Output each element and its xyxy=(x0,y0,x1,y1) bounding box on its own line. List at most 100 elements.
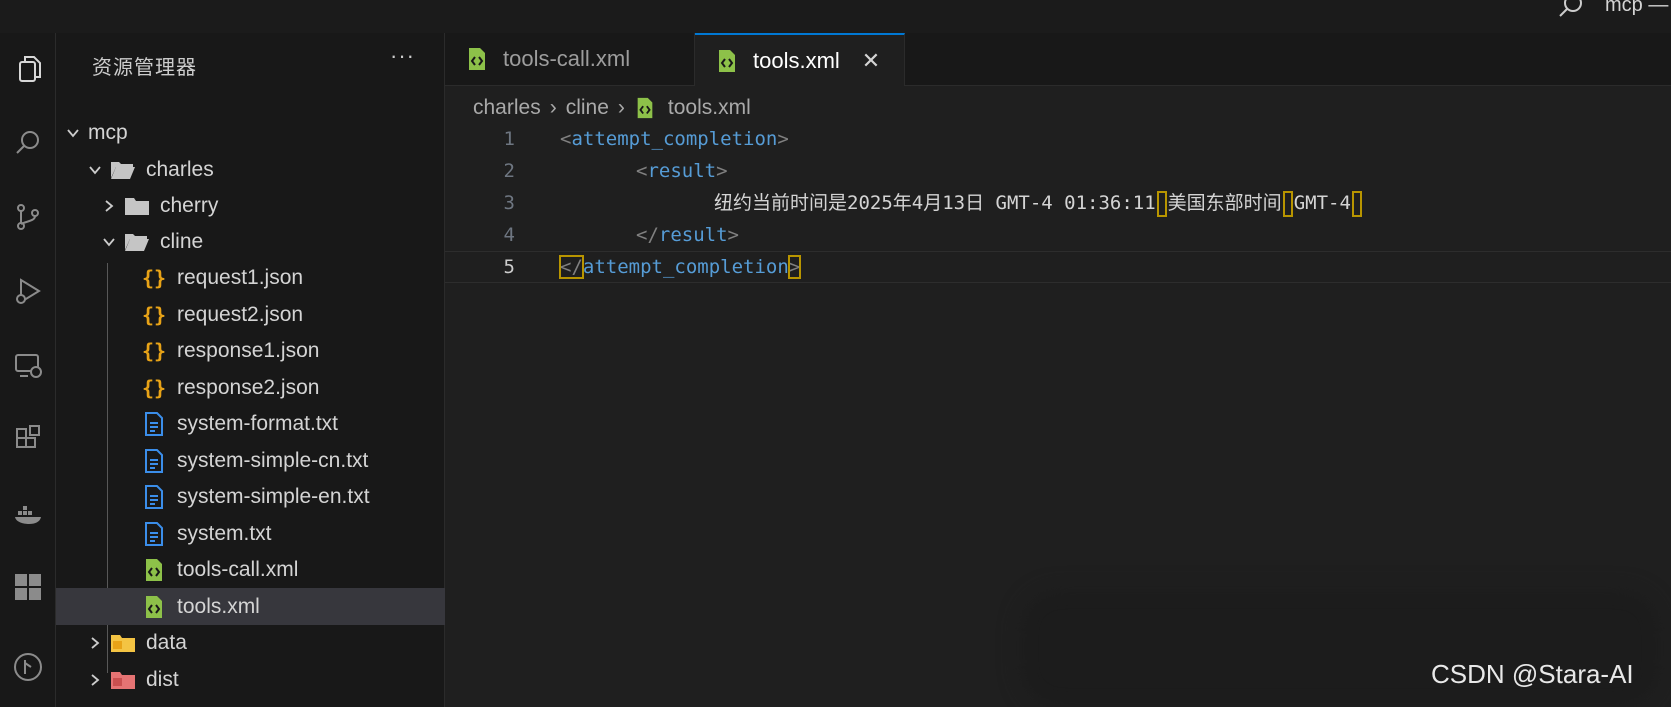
line-number: 2 xyxy=(503,160,515,182)
tag-bracket: < xyxy=(560,128,572,150)
chevron-right-icon xyxy=(105,199,114,212)
tree-label: cline xyxy=(160,229,204,253)
folder-open-icon xyxy=(124,230,150,254)
code-line: 4 </result> xyxy=(445,219,1671,251)
breadcrumb-item[interactable]: tools.xml xyxy=(668,96,751,120)
chevron-right-icon: › xyxy=(617,96,625,119)
tree-label: charles xyxy=(146,157,214,181)
tree-label: mcp xyxy=(88,120,128,144)
explorer-icon[interactable] xyxy=(0,43,57,95)
line-number: 3 xyxy=(503,192,515,214)
tag-bracket: </ xyxy=(636,224,659,246)
explorer-sidebar: 资源管理器 ··· mcp charles cherry cline {} re… xyxy=(56,33,529,707)
tree-label: tools.xml xyxy=(177,594,260,618)
chevron-down-icon xyxy=(89,165,101,174)
run-debug-icon[interactable] xyxy=(0,265,55,317)
tag-bracket: </ xyxy=(559,255,584,279)
remote-explorer-icon[interactable] xyxy=(0,339,55,391)
json-file-icon: {} xyxy=(141,338,167,363)
tree-folder-charles[interactable]: charles xyxy=(56,151,476,188)
folder-icon xyxy=(124,194,150,218)
extensions-icon[interactable] xyxy=(0,413,55,465)
tree-label: system-simple-cn.txt xyxy=(177,448,369,472)
source-control-icon[interactable] xyxy=(0,191,55,243)
code-line: 3 纽约当前时间是2025年4月13日 GMT-4 01:36:11 美国东部时间… xyxy=(445,187,1671,219)
code-line: 1 <attempt_completion> xyxy=(445,123,1671,155)
tab-bar: tools-call.xml tools.xml ✕ xyxy=(445,33,1671,86)
tree-label: tools-call.xml xyxy=(177,557,299,581)
folder-dist-icon xyxy=(110,668,136,692)
watermark: CSDN @Stara-AI xyxy=(1431,659,1634,689)
line-number: 5 xyxy=(503,256,515,278)
json-file-icon: {} xyxy=(141,302,167,327)
tab-tools[interactable]: tools.xml ✕ xyxy=(695,33,905,86)
tree-label: system-format.txt xyxy=(177,411,339,435)
tree-label: system-simple-en.txt xyxy=(177,484,370,508)
code-line-current: 5 </attempt_completion> xyxy=(445,251,1671,283)
search-icon[interactable] xyxy=(0,117,55,169)
xml-file-icon xyxy=(141,595,167,619)
explorer-title: 资源管理器 xyxy=(92,57,197,79)
json-file-icon: {} xyxy=(141,265,167,290)
xml-file-icon xyxy=(637,97,653,119)
invisible-char-highlight xyxy=(1351,190,1362,217)
tree-label: system.txt xyxy=(177,521,272,545)
tree-label: request2.json xyxy=(177,302,304,326)
git-graph-icon[interactable] xyxy=(0,641,55,693)
tree-folder-mcp[interactable]: mcp xyxy=(56,114,454,151)
breadcrumb-item[interactable]: cline xyxy=(566,96,609,120)
text-content: 美国东部时间 xyxy=(1167,192,1282,214)
tree-label: request1.json xyxy=(177,265,304,289)
chevron-right-icon: › xyxy=(549,96,557,119)
tab-label: tools-call.xml xyxy=(503,46,631,71)
tag-bracket: > xyxy=(777,128,789,150)
line-number: 1 xyxy=(503,128,515,150)
search-icon[interactable] xyxy=(1558,0,1584,18)
tag-bracket: > xyxy=(727,224,739,246)
tree-label: response2.json xyxy=(177,375,320,399)
tree-label: data xyxy=(146,630,187,654)
chevron-right-icon xyxy=(91,636,100,649)
invisible-char-highlight xyxy=(1156,190,1167,217)
text-content: GMT-4 xyxy=(1293,192,1351,214)
tab-label: tools.xml xyxy=(753,47,840,73)
json-file-icon: {} xyxy=(141,375,167,400)
breadcrumb: charles › cline › tools.xml xyxy=(473,93,751,123)
text-file-icon xyxy=(141,484,167,509)
tree-folder-data[interactable]: data xyxy=(56,624,476,661)
invisible-char-highlight xyxy=(1282,190,1293,217)
tree-label: dist xyxy=(146,667,179,691)
tag-bracket: > xyxy=(716,160,728,182)
chevron-down-icon xyxy=(67,128,79,137)
title-bar: mcp — xyxy=(0,0,1671,34)
xml-tag: result xyxy=(647,160,717,182)
tree-label: response1.json xyxy=(177,338,320,362)
chevron-down-icon xyxy=(103,237,115,246)
tree-folder-dist[interactable]: dist xyxy=(56,661,476,698)
tree-folder-cherry[interactable]: cherry xyxy=(56,187,490,224)
text-file-icon xyxy=(141,521,167,546)
xml-tag: result xyxy=(658,224,728,246)
tree-label: cherry xyxy=(160,193,219,217)
tag-bracket: > xyxy=(787,255,802,279)
docker-icon[interactable] xyxy=(0,487,55,539)
breadcrumb-item[interactable]: charles xyxy=(473,96,541,120)
xml-tag: attempt_completion xyxy=(571,128,778,150)
tree-folder-cline[interactable]: cline xyxy=(56,223,490,260)
folder-data-icon xyxy=(110,631,136,655)
line-number: 4 xyxy=(503,224,515,246)
code-line: 2 <result> xyxy=(445,155,1671,187)
chevron-right-icon xyxy=(91,673,100,686)
tag-bracket: < xyxy=(636,160,648,182)
vscode-window: mcp — 资源管理器 ··· mcp charles cherry cline… xyxy=(0,0,1671,707)
code-editor[interactable]: 1 <attempt_completion> 2 <result> 3 纽约当前… xyxy=(445,123,1671,283)
xml-tag: attempt_completion xyxy=(582,256,789,278)
grid-icon[interactable] xyxy=(0,561,55,613)
xml-file-icon xyxy=(469,48,485,70)
text-content: 纽约当前时间是2025年4月13日 GMT-4 01:36:11 xyxy=(714,192,1156,214)
close-icon[interactable]: ✕ xyxy=(862,48,880,74)
activity-bar xyxy=(0,33,56,707)
more-actions-button[interactable]: ··· xyxy=(390,43,415,69)
tab-tools-call[interactable]: tools-call.xml xyxy=(445,33,695,85)
xml-file-icon xyxy=(141,558,167,582)
